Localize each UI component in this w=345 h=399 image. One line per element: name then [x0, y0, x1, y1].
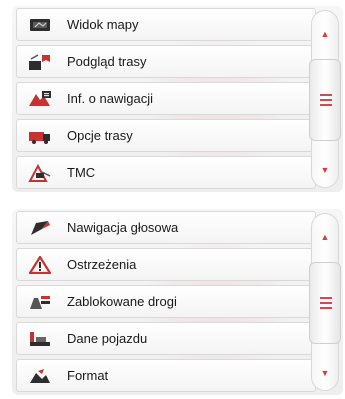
- settings-menu-panel-1: Widok mapy Podgląd trasy Inf. o nawigacj…: [12, 6, 343, 192]
- route-preview-icon: [27, 52, 53, 72]
- menu-item-label: Dane pojazdu: [67, 331, 148, 346]
- menu-item-label: Opcje trasy: [67, 128, 133, 143]
- menu-item-route-options[interactable]: Opcje trasy: [16, 119, 316, 152]
- route-options-icon: [27, 126, 53, 146]
- navigation-info-icon: [27, 89, 53, 109]
- menu-item-label: Nawigacja głosowa: [67, 220, 179, 235]
- vehicle-data-icon: [27, 329, 53, 349]
- grip-icon: [320, 94, 332, 109]
- menu-item-blocked-roads[interactable]: Zablokowane drogi: [16, 285, 316, 318]
- menu-item-map-view[interactable]: Widok mapy: [16, 8, 316, 41]
- menu-list: Widok mapy Podgląd trasy Inf. o nawigacj…: [16, 8, 316, 192]
- menu-list: Nawigacja głosowa Ostrzeżenia Zablokowan…: [16, 211, 316, 395]
- menu-item-label: Zablokowane drogi: [67, 294, 177, 309]
- menu-item-navigation-info[interactable]: Inf. o nawigacji: [16, 82, 316, 115]
- menu-item-voice-navigation[interactable]: Nawigacja głosowa: [16, 211, 316, 244]
- tmc-icon: [27, 163, 53, 183]
- scrollbar[interactable]: ▲ ▼: [309, 10, 341, 188]
- menu-item-tmc[interactable]: TMC: [16, 156, 316, 189]
- scroll-up-button[interactable]: ▲: [312, 29, 338, 39]
- menu-item-route-preview[interactable]: Podgląd trasy: [16, 45, 316, 78]
- scrollbar[interactable]: ▲ ▼: [309, 213, 341, 391]
- scroll-up-button[interactable]: ▲: [312, 232, 338, 242]
- settings-menu-panel-2: Nawigacja głosowa Ostrzeżenia Zablokowan…: [12, 209, 343, 395]
- format-icon: [27, 366, 53, 386]
- voice-navigation-icon: [27, 218, 53, 238]
- scroll-thumb[interactable]: [309, 59, 341, 141]
- menu-item-vehicle-data[interactable]: Dane pojazdu: [16, 322, 316, 355]
- map-view-icon: [27, 15, 53, 35]
- menu-item-label: TMC: [67, 165, 96, 180]
- scroll-down-button[interactable]: ▼: [312, 165, 338, 175]
- menu-item-label: Podgląd trasy: [67, 54, 147, 69]
- menu-item-label: Format: [67, 368, 109, 383]
- grip-icon: [320, 297, 332, 312]
- scroll-thumb[interactable]: [309, 262, 341, 344]
- scroll-down-button[interactable]: ▼: [312, 368, 338, 378]
- blocked-roads-icon: [27, 292, 53, 312]
- menu-item-label: Ostrzeżenia: [67, 257, 137, 272]
- menu-item-warnings[interactable]: Ostrzeżenia: [16, 248, 316, 281]
- menu-item-label: Widok mapy: [67, 17, 139, 32]
- menu-item-format[interactable]: Format: [16, 359, 316, 392]
- warning-icon: [27, 255, 53, 275]
- menu-item-label: Inf. o nawigacji: [67, 91, 153, 106]
